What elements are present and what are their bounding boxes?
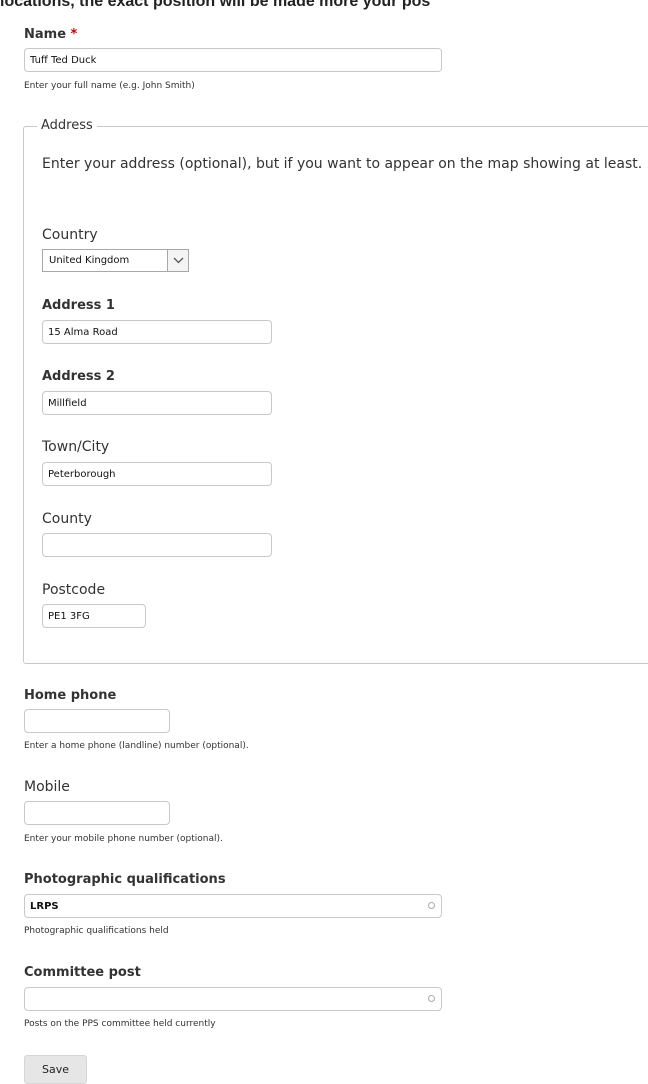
- home-phone-help: Enter a home phone (landline) number (op…: [24, 741, 249, 751]
- name-label: Name *: [24, 27, 77, 42]
- mobile-input[interactable]: [24, 801, 170, 825]
- county-input[interactable]: [42, 533, 272, 557]
- address1-input[interactable]: 15 Alma Road: [42, 320, 272, 344]
- home-phone-input[interactable]: [24, 709, 170, 733]
- postcode-label: Postcode: [42, 582, 106, 598]
- country-selected-value: United Kingdom: [49, 255, 130, 266]
- country-select[interactable]: United Kingdom: [42, 249, 189, 272]
- address-intro: Enter your address (optional), but if yo…: [42, 156, 643, 172]
- qualifications-label: Photographic qualifications: [24, 872, 226, 887]
- postcode-input[interactable]: PE1 3FG: [42, 604, 146, 628]
- page-heading-clipped: locations, the exact position will be ma…: [0, 0, 431, 10]
- committee-label: Committee post: [24, 965, 141, 980]
- qualifications-help: Photographic qualifications held: [24, 926, 169, 936]
- save-button[interactable]: Save: [24, 1055, 87, 1084]
- town-label: Town/City: [42, 439, 110, 455]
- address-legend: Address: [37, 118, 97, 133]
- address2-input[interactable]: Millfield: [42, 391, 272, 415]
- name-help: Enter your full name (e.g. John Smith): [24, 81, 195, 91]
- committee-help: Posts on the PPS committee held currentl…: [24, 1019, 216, 1029]
- address1-label: Address 1: [42, 298, 115, 313]
- mobile-label: Mobile: [24, 779, 70, 795]
- country-label: Country: [42, 227, 98, 243]
- name-input[interactable]: Tuff Ted Duck: [24, 48, 442, 72]
- autocomplete-circle-icon: [428, 995, 435, 1002]
- qualifications-value: LRPS: [30, 901, 59, 912]
- committee-input[interactable]: [24, 987, 442, 1011]
- home-phone-label: Home phone: [24, 688, 117, 703]
- county-label: County: [42, 511, 92, 527]
- mobile-help: Enter your mobile phone number (optional…: [24, 834, 223, 844]
- autocomplete-circle-icon: [428, 902, 435, 909]
- town-input[interactable]: Peterborough: [42, 462, 272, 486]
- name-label-text: Name: [24, 27, 67, 42]
- address2-label: Address 2: [42, 369, 115, 384]
- qualifications-input[interactable]: LRPS: [24, 894, 442, 918]
- required-mark: *: [70, 27, 78, 42]
- chevron-down-icon[interactable]: [167, 250, 188, 271]
